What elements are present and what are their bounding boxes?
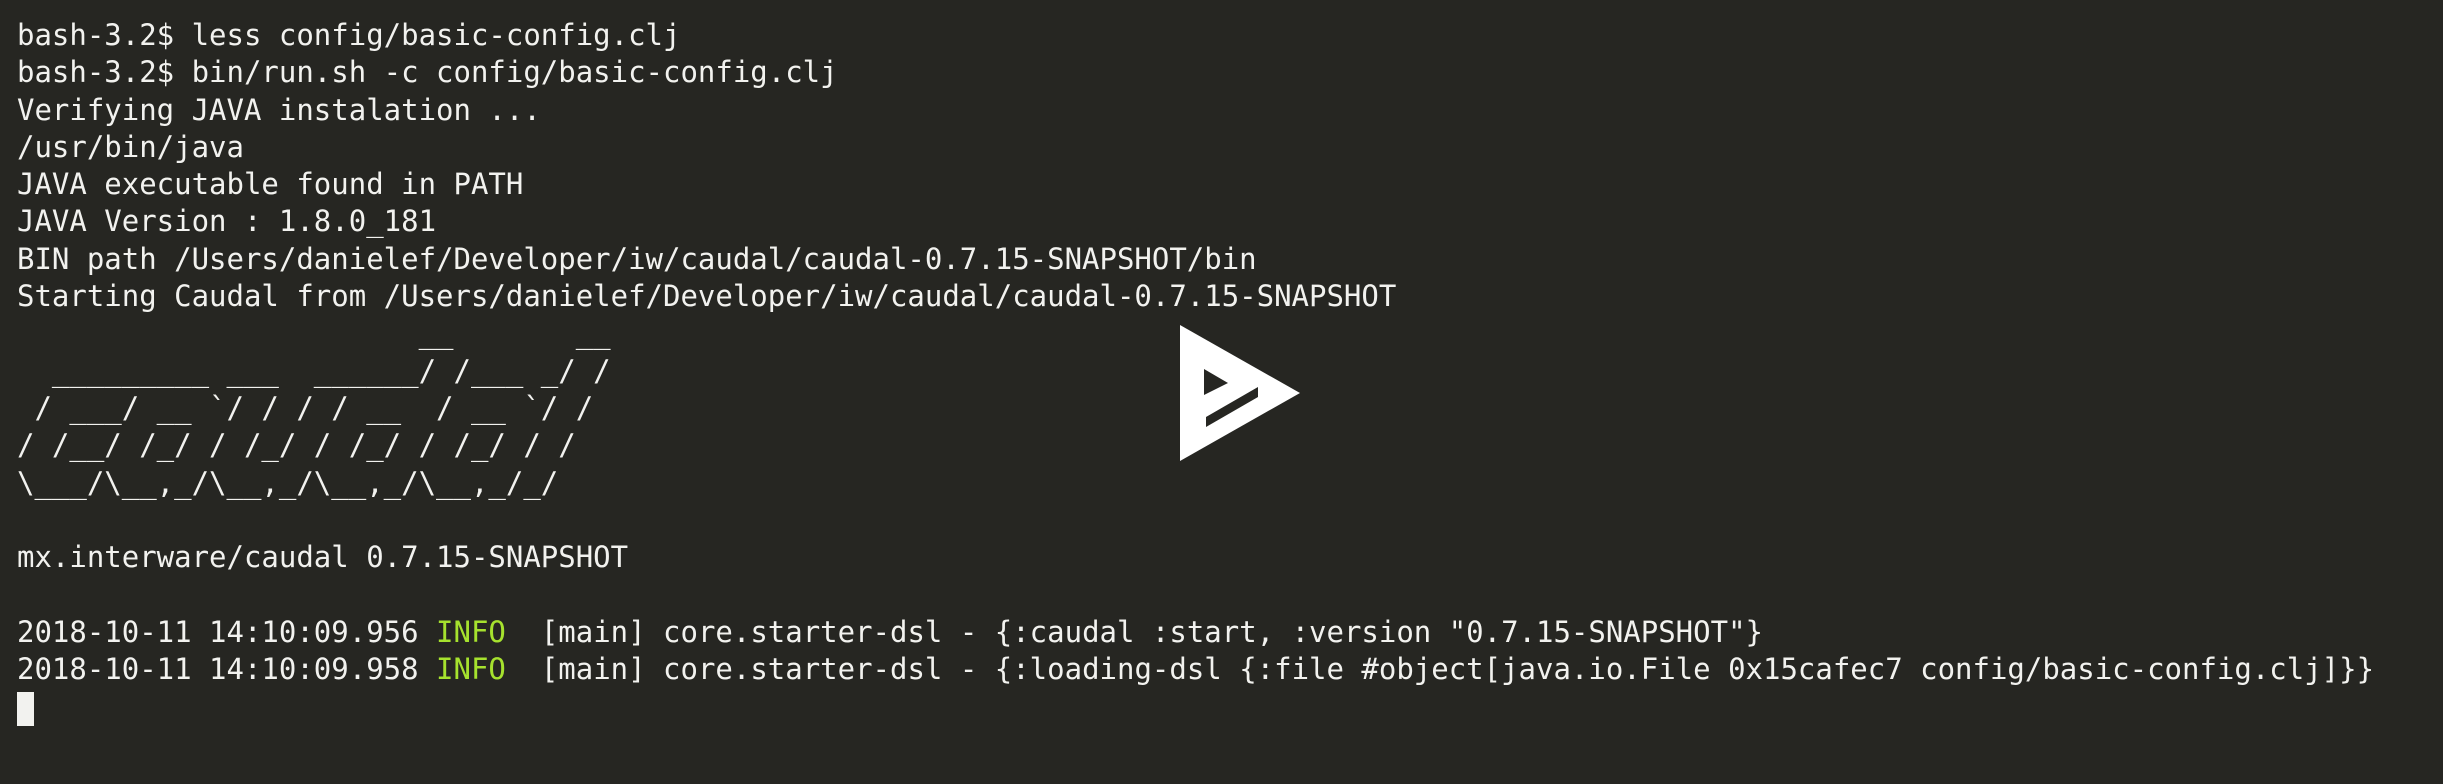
terminal-line: JAVA executable found in PATH	[17, 167, 524, 202]
cursor-line	[17, 688, 2443, 726]
terminal-line: bash-3.2$ less config/basic-config.clj	[17, 18, 681, 52]
ascii-art-line: \___/\__,_/\__,_/\__,_/\__,_/_/	[17, 465, 559, 500]
terminal-line: Starting Caudal from /Users/danielef/Dev…	[17, 279, 1397, 314]
terminal-line: JAVA Version : 1.8.0_181	[17, 204, 437, 239]
terminal-line: Verifying JAVA instalation ...	[17, 92, 541, 127]
log-timestamp: 2018-10-11 14:10:09.956	[17, 614, 419, 649]
log-timestamp: 2018-10-11 14:10:09.958	[17, 652, 419, 687]
asciinema-play-icon	[1180, 325, 1300, 461]
terminal-line: bash-3.2$ bin/run.sh -c config/basic-con…	[17, 55, 838, 90]
log-message: [main] core.starter-dsl - {:caudal :star…	[523, 614, 1763, 649]
log-line: 2018-10-11 14:10:09.958 INFO [main] core…	[17, 651, 2443, 688]
terminal-line: /usr/bin/java	[17, 129, 244, 164]
version-line: mx.interware/caudal 0.7.15-SNAPSHOT	[17, 540, 629, 575]
log-line: 2018-10-11 14:10:09.956 INFO [main] core…	[17, 614, 2443, 651]
terminal-line: BIN path /Users/danielef/Developer/iw/ca…	[17, 241, 1257, 276]
terminal-screen: bash-3.2$ less config/basic-config.clj b…	[0, 0, 2443, 784]
play-button[interactable]	[1180, 325, 1300, 461]
log-level: INFO	[436, 652, 506, 687]
terminal-cursor	[17, 691, 34, 726]
log-level: INFO	[436, 614, 506, 649]
log-message: [main] core.starter-dsl - {:loading-dsl …	[523, 652, 2375, 687]
